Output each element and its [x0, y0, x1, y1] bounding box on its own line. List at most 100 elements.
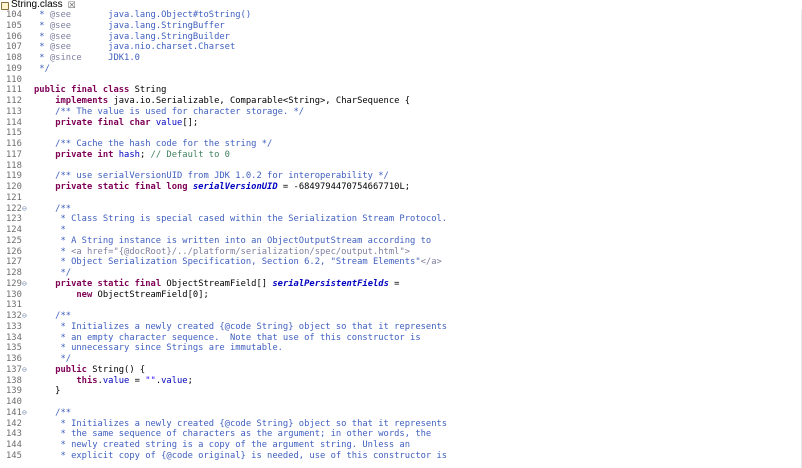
line-number: 118 — [6, 160, 22, 171]
code-token: * explicit copy of {@code original} is n… — [34, 450, 448, 461]
line-number: 109 — [6, 63, 22, 74]
collapse-fold-icon[interactable]: ⊖ — [22, 408, 27, 419]
line-number: 131 — [6, 300, 22, 311]
code-line[interactable]: 130 new ObjectStreamField[0]; — [0, 290, 802, 301]
code-text: * newly created string is a copy of the … — [34, 440, 410, 451]
code-line[interactable]: 108 * @since JDK1.0 — [0, 53, 802, 64]
code-line[interactable]: 117 private int hash; // Default to 0 — [0, 150, 802, 161]
code-token: private static final long — [55, 182, 188, 192]
code-line[interactable]: 127 * Object Serialization Specification… — [0, 257, 802, 268]
line-number: 108 — [6, 53, 22, 63]
editor-tab-string-class[interactable]: String.class ☒ — [0, 0, 76, 10]
code-line[interactable]: 105 * @see java.lang.StringBuffer — [0, 21, 802, 32]
code-token: @see — [49, 31, 72, 42]
code-line[interactable]: 118 — [0, 161, 802, 172]
code-text: public String() { — [34, 365, 145, 376]
code-token: /** — [34, 311, 72, 321]
code-line[interactable]: 135 * unnecessary since Strings are immu… — [0, 343, 802, 354]
code-line[interactable]: 141 ⊖ /** — [0, 408, 802, 419]
line-number: 136 — [6, 354, 22, 364]
code-text: * <a href="{@docRoot}/../platform/serial… — [34, 247, 410, 258]
code-line[interactable]: 144 * newly created string is a copy of … — [0, 440, 802, 451]
code-line[interactable]: 111 public final class String — [0, 85, 802, 96]
code-text: * the same sequence of characters as the… — [34, 429, 431, 440]
collapse-fold-icon[interactable]: ⊖ — [22, 204, 27, 215]
line-number: 123 — [6, 214, 22, 225]
code-line[interactable]: 133 * Initializes a newly created {@code… — [0, 322, 802, 333]
code-line[interactable]: 112 implements java.io.Serializable, Com… — [0, 96, 802, 107]
code-text: * Object Serialization Specification, Se… — [34, 257, 441, 268]
code-token: serialVersionUID — [192, 182, 278, 192]
code-line[interactable]: 122 ⊖ /** — [0, 204, 802, 215]
code-token: hash — [118, 149, 140, 160]
code-token: * newly created string is a copy of the … — [34, 440, 411, 450]
line-number: 126 — [6, 246, 22, 257]
code-line[interactable]: 142 * Initializes a newly created {@code… — [0, 419, 802, 430]
line-number: 111 — [6, 85, 22, 96]
code-line[interactable]: 132 ⊖ /** — [0, 311, 802, 322]
code-token: public final class — [34, 85, 130, 96]
code-line[interactable]: 137 ⊖ public String() { — [0, 365, 802, 376]
code-line[interactable]: 136 */ — [0, 354, 802, 365]
code-line[interactable]: 116 /** Cache the hash code for the stri… — [0, 139, 802, 150]
line-number: 115 — [6, 128, 22, 139]
code-token: @see — [49, 10, 72, 20]
code-text: /** The value is used for character stor… — [34, 107, 304, 118]
code-text: */ — [34, 64, 50, 75]
code-line[interactable]: 115 — [0, 128, 802, 139]
code-line[interactable]: 125 * A String instance is written into … — [0, 236, 802, 247]
code-line[interactable]: 129 ⊖ private static final ObjectStreamFi… — [0, 279, 802, 290]
close-icon[interactable]: ☒ — [68, 0, 76, 10]
code-line[interactable]: 126 * <a href="{@docRoot}/../platform/se… — [0, 247, 802, 258]
code-text: * @see java.lang.Object#toString() — [34, 10, 251, 21]
code-token: * — [34, 42, 50, 53]
code-text: /** — [34, 204, 71, 215]
code-token: java.nio.charset.Charset — [71, 42, 236, 53]
line-number: 112 — [6, 96, 22, 106]
code-token: private int — [55, 149, 114, 160]
code-editor[interactable]: 104 * @see java.lang.Object#toString() 10… — [0, 10, 802, 468]
collapse-fold-icon[interactable]: ⊖ — [22, 279, 27, 290]
code-line[interactable]: 131 — [0, 300, 802, 311]
collapse-fold-icon[interactable]: ⊖ — [22, 365, 27, 376]
code-token: @see — [49, 20, 72, 31]
code-text: * an empty character sequence. Note that… — [34, 333, 420, 344]
code-text: */ — [34, 268, 71, 279]
code-line[interactable]: 134 * an empty character sequence. Note … — [0, 333, 802, 344]
code-line[interactable]: 121 — [0, 193, 802, 204]
code-line[interactable]: 143 * the same sequence of characters as… — [0, 429, 802, 440]
code-line[interactable]: 120 private static final long serialVers… — [0, 182, 802, 193]
code-line[interactable]: 119 /** use serialVersionUID from JDK 1.… — [0, 171, 802, 182]
line-number: 140 — [6, 397, 22, 407]
code-line[interactable]: 138 this.value = "".value; — [0, 376, 802, 387]
code-line[interactable]: 139 } — [0, 386, 802, 397]
code-line[interactable]: 109 */ — [0, 64, 802, 75]
code-line[interactable]: 104 * @see java.lang.Object#toString() — [0, 10, 802, 21]
code-text: new ObjectStreamField[0]; — [34, 290, 208, 301]
code-token: String — [129, 85, 167, 96]
code-line[interactable]: 128 */ — [0, 268, 802, 279]
code-line[interactable]: 123 * Class String is special cased with… — [0, 214, 802, 225]
line-number: 142 — [6, 418, 22, 429]
collapse-fold-icon[interactable]: ⊖ — [22, 311, 27, 322]
code-token: public — [55, 364, 87, 375]
code-line[interactable]: 106 * @see java.lang.StringBuilder — [0, 32, 802, 43]
line-number: 138 — [6, 375, 22, 386]
code-line[interactable]: 145 * explicit copy of {@code original} … — [0, 451, 802, 462]
code-line[interactable]: 124 * — [0, 225, 802, 236]
code-text: public final class String — [34, 85, 166, 96]
code-text: /** — [34, 408, 71, 419]
code-text: * @see java.lang.StringBuilder — [34, 32, 230, 43]
code-token: @since — [49, 53, 82, 63]
code-token: * Initializes a newly created {@code Str… — [34, 418, 448, 429]
code-line[interactable]: 110 — [0, 75, 802, 86]
code-line[interactable]: 113 /** The value is used for character … — [0, 107, 802, 118]
code-token: serialPersistentFields — [272, 278, 389, 289]
code-line[interactable]: 114 private final char value[]; — [0, 118, 802, 129]
code-token: */ — [34, 354, 72, 364]
code-line[interactable]: 140 — [0, 397, 802, 408]
code-line[interactable]: 107 * @see java.nio.charset.Charset — [0, 42, 802, 53]
code-token: java.io.Serializable, Comparable<String>… — [108, 96, 411, 106]
